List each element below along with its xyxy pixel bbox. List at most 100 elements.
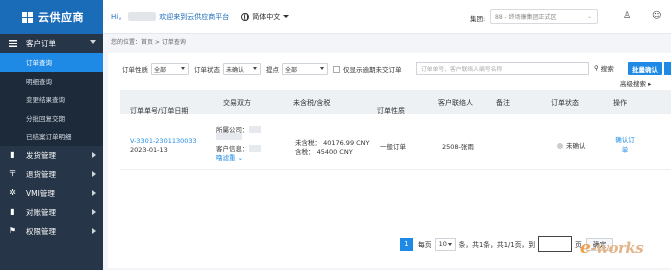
sidebar-group-shipping[interactable]: ▮ 发货管理 — [0, 146, 103, 165]
contact-value: 2508-张雨 — [442, 143, 474, 151]
logo-text: 云供应商 — [38, 11, 84, 24]
welcome-text: 欢迎来到云供应商平台 — [159, 12, 230, 21]
return-icon: 〒 — [8, 169, 17, 178]
watermark-prefix: e — [580, 238, 591, 258]
chevron-down-icon: ⌄ — [237, 154, 244, 162]
goto-page-input[interactable] — [538, 236, 573, 252]
sidebar-item-order-query[interactable]: 订单查询 — [0, 53, 103, 72]
file-icon: ▮ — [10, 150, 15, 159]
user-name-redacted — [128, 12, 157, 21]
sidebar-group-label: 对账管理 — [26, 207, 56, 217]
column-note: 备注 — [496, 99, 510, 107]
order-type-select[interactable]: 全部 — [151, 63, 189, 75]
menu-icon — [8, 39, 17, 48]
order-status-select[interactable]: 未确认 — [223, 63, 261, 75]
order-status-label: 订单状态 — [194, 66, 220, 74]
caret-right-icon: ▸ — [648, 80, 652, 88]
sidebar-group-reconciliation[interactable]: ▮ 对账管理 — [0, 203, 103, 222]
search-icon: ⚲ — [594, 64, 599, 72]
delivery-value: 全部 — [285, 66, 298, 74]
chevron-right-icon — [92, 151, 96, 158]
status-text: 未确认 — [566, 142, 586, 150]
sidebar-group-vmi[interactable]: ✲ VMI管理 — [0, 184, 103, 203]
greeting: Hi， 欢迎来到云供应商平台 — [111, 12, 229, 22]
sidebar-submenu: 订单查询 明细查询 变更结果查询 分批回复交期 已结案订单明细 — [0, 53, 103, 146]
page-size-select[interactable]: 10 — [434, 237, 456, 251]
page-current[interactable]: 1 — [400, 237, 413, 251]
status-badge: 未确认 — [557, 140, 586, 150]
caret-down-icon — [253, 67, 257, 70]
search-button-label: 搜索 — [600, 65, 614, 73]
order-number-link[interactable]: V-3301-2301130033 — [130, 137, 197, 145]
sidebar-group-customer-orders[interactable]: 客户订单 — [0, 34, 103, 53]
order-date: 2023-01-13 — [130, 146, 168, 154]
group-select[interactable]: 88 - 终场廉集团正式区 ⌄ — [490, 9, 598, 24]
taxed-amount: 含税： 45400 CNY — [295, 148, 353, 156]
order-query-panel: 订单性质 全部 订单状态 未确认 提点 全部 仅显示逾期未交订单 订单单号、客户… — [108, 53, 671, 268]
caret-down-icon — [181, 67, 185, 70]
caret-down-icon — [447, 242, 452, 246]
app-logo[interactable]: 云供应商 — [0, 0, 103, 34]
confirm-order-link[interactable]: 确认订单 — [614, 135, 636, 155]
column-action: 操作 — [613, 99, 627, 107]
watermark-rest: -works — [590, 239, 644, 257]
search-input[interactable]: 订单单号、客户联络人编号名称 — [416, 62, 589, 75]
chevron-right-icon — [92, 189, 96, 196]
column-parties: 交易双方 — [223, 99, 251, 107]
sidebar-group-label: VMI管理 — [26, 188, 55, 198]
group-select-value: 88 - 终场廉集团正式区 — [495, 14, 557, 21]
column-contact: 客户联络人 — [438, 99, 473, 107]
caret-down-icon — [283, 15, 290, 18]
greeting-text: Hi， — [111, 12, 126, 21]
sidebar-item-batch-reply[interactable]: 分批回复交期 — [0, 109, 103, 128]
file-icon: ▮ — [10, 207, 15, 216]
column-status: 订单状态 — [551, 99, 579, 107]
sidebar-group-label: 权限管理 — [26, 226, 56, 236]
overdue-checkbox[interactable] — [333, 65, 340, 73]
per-page-label: 每页 — [418, 241, 432, 249]
batch-confirm-button[interactable]: 批量确认 — [628, 62, 662, 75]
redacted-text — [248, 126, 261, 133]
column-amount: 未含税/含税 — [293, 99, 331, 107]
delivery-label: 提点 — [266, 66, 279, 74]
sidebar-item-detail-query[interactable]: 明细查询 — [0, 72, 103, 91]
user-icon[interactable]: ♙ — [623, 11, 631, 21]
see-more-link[interactable]: 噜滤重 ⌄ — [216, 152, 243, 162]
breadcrumb: 您的位置：首页 > 订单查询 — [111, 39, 186, 46]
redacted-line — [216, 133, 242, 141]
flag-icon: ⚑ — [8, 226, 17, 235]
logo-icon — [22, 11, 33, 23]
table-row: V-3301-2301130033 2023-01-13 所屬公司： 客户信息：… — [120, 120, 671, 170]
sidebar-group-label: 退货管理 — [26, 169, 56, 179]
status-dot-icon — [557, 143, 563, 149]
page-size-value: 10 — [438, 240, 447, 248]
overdue-label: 仅显示逾期未交订单 — [343, 66, 402, 74]
sidebar-group-permissions[interactable]: ⚑ 权限管理 — [0, 222, 103, 241]
sidebar: 云供应商 客户订单 订单查询 明细查询 变更结果查询 分批回复交期 已结案订单明… — [0, 0, 103, 270]
order-type-label: 订单性质 — [122, 66, 148, 74]
column-label: 订单单号/订单日期 — [130, 107, 189, 115]
chevron-down-icon: ⌄ — [586, 13, 592, 20]
sidebar-item-change-query[interactable]: 变更结果查询 — [0, 90, 103, 109]
sidebar-group-label: 客户订单 — [26, 39, 56, 48]
advanced-search-link[interactable]: 高级搜索 ▸ — [620, 78, 651, 88]
chat-icon[interactable]: ☺ — [652, 11, 661, 21]
redacted-text — [248, 145, 261, 152]
search-button[interactable]: ⚲ 搜索 — [594, 63, 614, 73]
sidebar-group-returns[interactable]: 〒 退货管理 — [0, 165, 103, 184]
order-status-value: 未确认 — [226, 66, 245, 74]
sort-icon: ▼ — [130, 106, 135, 113]
chevron-down-icon — [90, 40, 96, 44]
chevron-right-icon — [92, 208, 96, 215]
pagination-summary: 条，共1条，共1/1页，到 — [458, 241, 536, 249]
table-header: 订单单号/订单日期 ▼ 交易双方 未含税/含税 订单性质 ▼ 客户联络人 备注 … — [120, 90, 671, 115]
sidebar-item-closed-orders[interactable]: 已结案订单明细 — [0, 127, 103, 146]
delivery-select[interactable]: 全部 — [282, 63, 328, 75]
globe-icon — [241, 12, 250, 21]
more-actions-button[interactable] — [664, 62, 671, 75]
search-placeholder: 订单单号、客户联络人编号名称 — [421, 67, 503, 73]
sort-icon: ▼ — [377, 106, 382, 113]
advanced-search-label: 高级搜索 — [620, 80, 646, 88]
filter-bar: 订单性质 全部 订单状态 未确认 提点 全部 仅显示逾期未交订单 — [122, 63, 402, 75]
language-switcher[interactable]: 简体中文 — [241, 12, 290, 22]
